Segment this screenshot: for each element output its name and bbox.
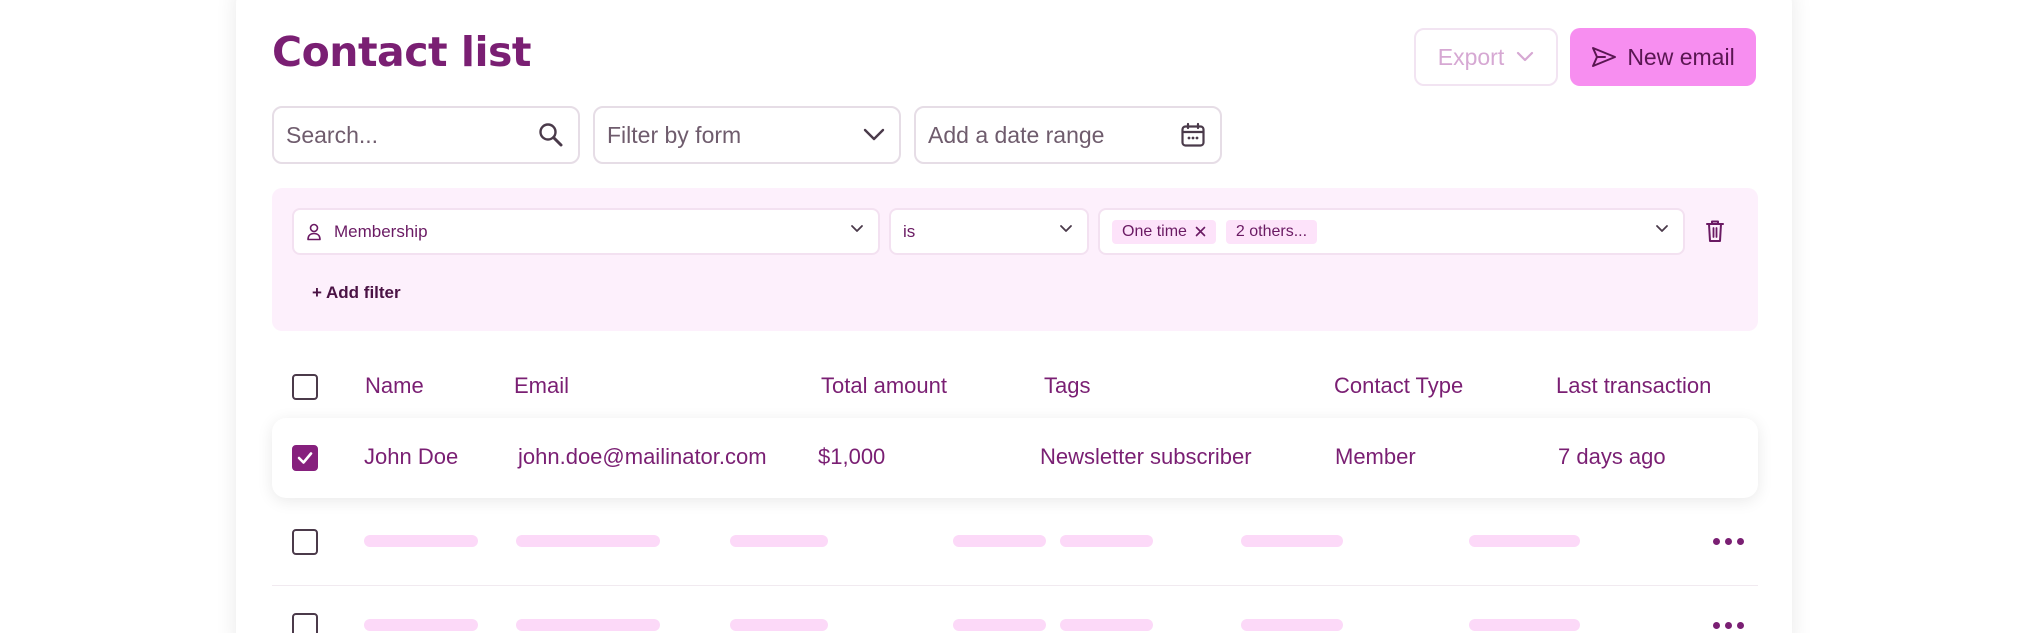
send-icon [1592,47,1617,67]
skeleton-bar [516,619,660,631]
calendar-icon [1181,122,1205,147]
column-header-last-transaction[interactable]: Last transaction [1556,373,1711,399]
date-range-input[interactable]: Add a date range [914,106,1222,164]
filter-operator-label: is [903,221,916,241]
row-total-amount: $1,000 [818,444,886,469]
more-icon[interactable] [1713,538,1744,545]
skeleton-bar [516,535,660,547]
skeleton-bar [730,619,828,631]
chip-label: 2 others... [1235,222,1308,240]
chevron-down-icon [1060,225,1072,232]
column-header-name[interactable]: Name [365,373,424,399]
column-header-tags[interactable]: Tags [1044,373,1090,399]
skeleton-bar [1469,535,1580,547]
more-icon[interactable] [1713,622,1744,629]
check-icon [297,452,313,464]
trash-icon[interactable] [1705,219,1725,243]
select-all-checkbox[interactable] [292,374,318,400]
close-icon[interactable] [1195,226,1206,237]
skeleton-bar [1241,619,1343,631]
column-header-contact-type[interactable]: Contact Type [1334,373,1463,399]
user-icon [307,223,321,240]
filter-field-select[interactable]: Membership [292,208,880,255]
skeleton-bar [1060,535,1153,547]
new-email-label: New email [1627,43,1735,70]
export-label: Export [1437,43,1505,70]
chevron-down-icon [1517,51,1534,62]
row-checkbox[interactable] [292,445,318,471]
search-input[interactable]: Search... [272,106,580,164]
new-email-button[interactable]: New email [1570,28,1756,86]
chevron-down-icon [1656,225,1668,232]
row-last-transaction: 7 days ago [1558,444,1666,469]
filter-chip-one-time: One time [1112,219,1216,244]
row-email: john.doe@mailinator.com [518,444,767,469]
filter-by-form-label: Filter by form [607,121,742,148]
filter-field-label: Membership [334,221,428,241]
chevron-down-icon [863,128,885,141]
column-header-total-amount[interactable]: Total amount [821,373,947,399]
search-icon [539,123,563,147]
skeleton-bar [1241,535,1343,547]
column-header-email[interactable]: Email [514,373,569,399]
skeleton-bar [1060,619,1153,631]
filter-by-form-select[interactable]: Filter by form [593,106,901,164]
filter-operator-select[interactable]: is [889,208,1089,255]
table-row[interactable] [272,418,1758,498]
row-contact-type: Member [1335,444,1416,469]
skeleton-bar [730,535,828,547]
export-button[interactable]: Export [1414,28,1558,86]
skeleton-bar [953,535,1046,547]
skeleton-bar [953,619,1046,631]
date-range-label: Add a date range [928,121,1105,148]
row-checkbox[interactable] [292,529,318,555]
row-tags: Newsletter subscriber [1040,444,1252,469]
skeleton-bar [1469,619,1580,631]
row-name: John Doe [364,444,459,469]
add-filter-button[interactable]: + Add filter [312,283,401,303]
chevron-down-icon [851,225,863,232]
page-title: Contact list [272,28,532,76]
filter-values-select[interactable]: One time 2 others... [1098,208,1685,255]
skeleton-bar [364,535,478,547]
row-checkbox[interactable] [292,613,318,633]
search-placeholder: Search... [286,121,379,148]
filter-chip-others: 2 others... [1225,219,1318,244]
row-divider [272,585,1758,586]
skeleton-bar [364,619,478,631]
chip-label: One time [1122,222,1187,240]
